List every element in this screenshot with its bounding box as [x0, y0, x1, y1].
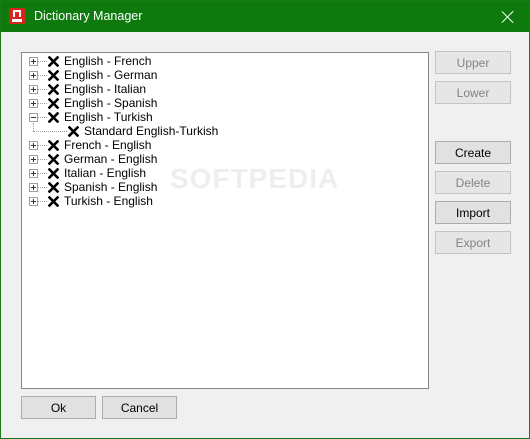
tree-connector — [38, 75, 47, 76]
dictionary-x-icon — [47, 69, 59, 81]
expand-icon[interactable] — [29, 155, 38, 164]
expand-icon[interactable] — [29, 71, 38, 80]
expand-icon[interactable] — [29, 141, 38, 150]
tree-item-label: English - Italian — [64, 82, 147, 96]
tree-item-french-english[interactable]: French - English — [22, 138, 222, 152]
tree-item-label: Spanish - English — [64, 180, 158, 194]
tree-item-label: Turkish - English — [64, 194, 153, 208]
collapse-icon[interactable] — [29, 113, 38, 122]
tree-connector — [33, 131, 67, 132]
expand-icon[interactable] — [29, 99, 38, 108]
dictionary-x-icon — [47, 181, 59, 193]
tree-item-english-german[interactable]: English - German — [22, 68, 222, 82]
tree-item-label: English - Spanish — [64, 96, 158, 110]
tree-item-english-french[interactable]: English - French — [22, 54, 222, 68]
dictionary-x-icon — [47, 55, 59, 67]
tree-item-italian-english[interactable]: Italian - English — [22, 166, 222, 180]
tree-item-english-spanish[interactable]: English - Spanish — [22, 96, 222, 110]
dictionary-x-icon — [47, 97, 59, 109]
upper-button[interactable]: Upper — [435, 51, 511, 74]
expand-icon[interactable] — [29, 85, 38, 94]
export-button[interactable]: Export — [435, 231, 511, 254]
tree-connector — [38, 103, 47, 104]
dictionary-x-icon — [47, 139, 59, 151]
dictionary-tree[interactable]: English - French English - German Englis… — [21, 52, 429, 389]
tree-item-label: French - English — [64, 138, 152, 152]
tree-item-english-italian[interactable]: English - Italian — [22, 82, 222, 96]
expand-icon[interactable] — [29, 57, 38, 66]
tree-connector — [38, 187, 47, 188]
tree-item-turkish-english[interactable]: Turkish - English — [22, 194, 222, 208]
tree-item-english-turkish[interactable]: English - Turkish — [22, 110, 222, 124]
app-icon — [9, 8, 25, 24]
expand-icon[interactable] — [29, 197, 38, 206]
tree-connector — [38, 159, 47, 160]
tree-item-label: Standard English-Turkish — [84, 124, 219, 138]
tree-item-label: English - French — [64, 54, 152, 68]
title-bar[interactable]: Dictionary Manager — [1, 1, 529, 32]
dictionary-x-icon — [47, 195, 59, 207]
expand-icon[interactable] — [29, 169, 38, 178]
tree-item-label: English - German — [64, 68, 158, 82]
dictionary-x-icon — [47, 83, 59, 95]
tree-connector — [38, 201, 47, 202]
tree-item-spanish-english[interactable]: Spanish - English — [22, 180, 222, 194]
close-button[interactable] — [487, 1, 529, 32]
tree-item-german-english[interactable]: German - English — [22, 152, 222, 166]
tree-item-label: Italian - English — [64, 166, 147, 180]
tree-item-standard-english-turkish[interactable]: Standard English-Turkish — [22, 124, 242, 138]
tree-connector — [38, 173, 47, 174]
close-icon — [502, 11, 514, 23]
tree-connector — [38, 145, 47, 146]
dictionary-manager-window: Dictionary Manager English - French Engl… — [0, 0, 530, 439]
import-button[interactable]: Import — [435, 201, 511, 224]
delete-button[interactable]: Delete — [435, 171, 511, 194]
window-title: Dictionary Manager — [34, 9, 143, 23]
tree-connector — [38, 117, 47, 118]
expand-icon[interactable] — [29, 183, 38, 192]
dictionary-x-icon — [47, 153, 59, 165]
ok-button[interactable]: Ok — [21, 396, 96, 419]
dictionary-x-icon — [47, 111, 59, 123]
tree-connector — [38, 61, 47, 62]
tree-item-label: German - English — [64, 152, 158, 166]
cancel-button[interactable]: Cancel — [102, 396, 177, 419]
create-button[interactable]: Create — [435, 141, 511, 164]
lower-button[interactable]: Lower — [435, 81, 511, 104]
dictionary-x-icon — [47, 167, 59, 179]
dictionary-x-icon — [67, 125, 79, 137]
tree-connector — [38, 89, 47, 90]
tree-item-label: English - Turkish — [64, 110, 153, 124]
